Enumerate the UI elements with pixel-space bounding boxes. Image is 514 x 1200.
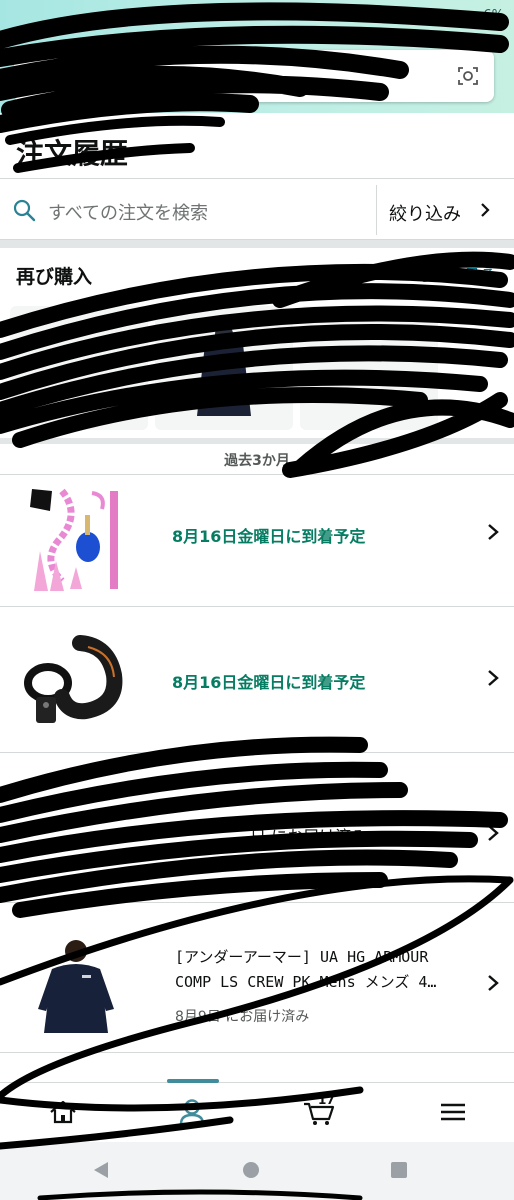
chevron-right-icon[interactable] <box>486 522 500 542</box>
camera-scan-icon[interactable] <box>456 64 480 88</box>
recent-apps-icon[interactable] <box>389 1160 409 1180</box>
buy-again-card[interactable] <box>155 306 293 430</box>
section-divider <box>0 438 514 444</box>
page-title: 注文履歴 <box>16 137 129 170</box>
divider <box>376 185 377 235</box>
delivery-status: 8月16日金曜日に到着予定 <box>172 673 366 692</box>
see-all-link[interactable]: もっと見る <box>416 262 496 286</box>
home-icon[interactable] <box>46 1097 80 1127</box>
chevron-right-icon[interactable] <box>486 823 500 843</box>
buy-again-title: 再び購入 <box>16 266 93 288</box>
product-image <box>30 488 118 591</box>
menu-icon[interactable] <box>436 1097 470 1127</box>
order-row[interactable]: 8月16日金曜日に到着予定 <box>0 607 514 753</box>
order-search-row[interactable]: すべての注文を検索 絞り込み <box>0 178 514 240</box>
product-image <box>24 635 123 723</box>
active-tab-indicator <box>167 1079 219 1083</box>
buy-again-card[interactable] <box>300 306 438 430</box>
battery-status: 6% <box>483 8 504 23</box>
section-divider <box>0 240 514 248</box>
delivery-status: 8月16日金曜日に到着予定 <box>172 527 366 546</box>
order-row[interactable]: [アンダーアーマー] UA HG ARMOUR COMP LS CREW PK … <box>0 903 514 1053</box>
period-label: 過去3か月 <box>224 453 290 469</box>
search-icon <box>13 199 36 222</box>
back-icon[interactable] <box>92 1160 112 1180</box>
account-icon[interactable] <box>175 1097 209 1127</box>
home-circle-icon[interactable] <box>241 1160 261 1180</box>
order-row[interactable]: 日 にお届け済み <box>0 753 514 903</box>
delivery-status: 8月9日 にお届け済み <box>175 1009 310 1025</box>
order-row[interactable]: 8月16日金曜日に到着予定 <box>0 475 514 607</box>
header-band: 6% <box>0 0 514 113</box>
cart-count-badge: 17 <box>318 1093 335 1107</box>
order-search-input[interactable]: すべての注文を検索 <box>48 199 208 225</box>
bottom-nav: 17 <box>0 1079 514 1142</box>
product-title[interactable]: [アンダーアーマー] UA HG ARMOUR COMP LS CREW PK … <box>175 945 471 995</box>
delivery-status: 日 にお届け済み <box>250 827 368 846</box>
chevron-right-icon[interactable] <box>486 668 500 688</box>
buy-again-card[interactable] <box>10 306 148 430</box>
chevron-right-icon[interactable] <box>478 201 492 219</box>
chevron-right-icon[interactable] <box>486 973 500 993</box>
product-image <box>38 940 114 1033</box>
system-nav-bar <box>0 1142 514 1200</box>
product-image <box>197 325 251 416</box>
filter-button[interactable]: 絞り込み <box>389 200 461 226</box>
amazon-search-bar[interactable] <box>14 50 494 102</box>
